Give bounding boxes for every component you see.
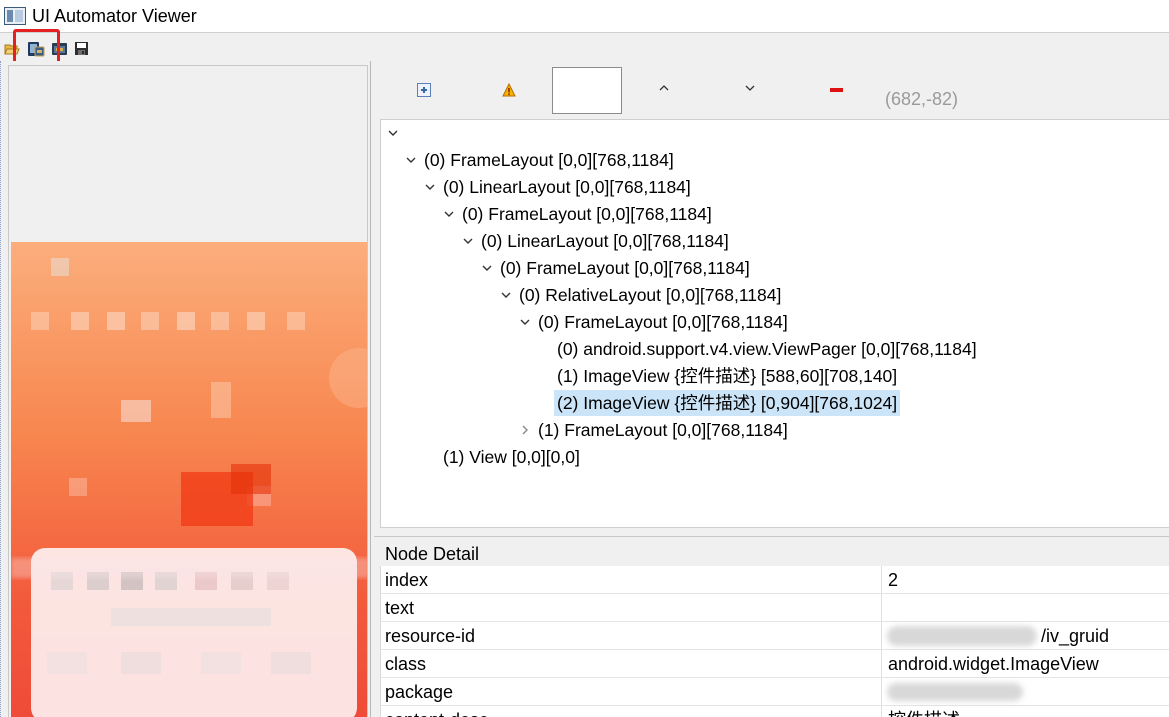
node-detail-table[interactable]: index 2 text resource-id /iv_gruid class…	[380, 566, 1169, 717]
clear-highlight-icon[interactable]	[830, 88, 843, 92]
node-detail-panel: Node Detail index 2 text resource-id /iv…	[374, 536, 1169, 717]
window-title: UI Automator Viewer	[32, 6, 197, 26]
tree-node[interactable]: (0) FrameLayout [0,0][768,1184]	[421, 147, 677, 173]
detail-row-package[interactable]: package	[381, 678, 1169, 706]
search-field[interactable]	[552, 67, 622, 114]
expand-arrow-icon[interactable]	[405, 154, 417, 166]
detail-key: resource-id	[385, 626, 476, 646]
detail-row-content-desc[interactable]: content-desc 控件描述	[381, 706, 1169, 717]
hierarchy-toolbar: (682,-82)	[374, 61, 1169, 119]
main-toolbar	[0, 33, 1169, 61]
detail-key: class	[385, 654, 427, 674]
window-app-icon	[4, 7, 26, 25]
tree-node[interactable]: (0) FrameLayout [0,0][768,1184]	[459, 201, 715, 227]
node-detail-title: Node Detail	[385, 544, 480, 564]
tree-node[interactable]: (0) FrameLayout [0,0][768,1184]	[535, 309, 791, 335]
detail-key: text	[385, 598, 415, 618]
detail-row-text[interactable]: text	[381, 594, 1169, 622]
tree-node[interactable]: (1) FrameLayout [0,0][768,1184]	[535, 417, 791, 443]
tree-node[interactable]: (0) FrameLayout [0,0][768,1184]	[497, 255, 753, 281]
save-icon[interactable]	[74, 41, 90, 56]
expand-arrow-icon[interactable]	[519, 316, 531, 328]
detail-key: index	[385, 570, 429, 590]
expand-all-icon[interactable]	[417, 83, 431, 97]
collapsed-arrow-icon[interactable]	[519, 424, 531, 436]
expand-arrow-icon[interactable]	[481, 262, 493, 274]
title-bar: UI Automator Viewer	[0, 0, 1169, 32]
hierarchy-tree[interactable]: (0) FrameLayout [0,0][768,1184] (0) Line…	[380, 119, 1169, 528]
redacted-text	[887, 683, 1023, 701]
root-expand-arrow-icon[interactable]	[387, 127, 399, 139]
tree-node[interactable]: (0) android.support.v4.view.ViewPager [0…	[554, 336, 980, 362]
tree-node-selected[interactable]: (2) ImageView {控件描述} [0,904][768,1024]	[554, 390, 901, 416]
panel-drag-edge[interactable]	[0, 61, 3, 717]
cursor-coordinates: (682,-82)	[885, 89, 959, 109]
tree-node[interactable]: (0) LinearLayout [0,0][768,1184]	[478, 228, 732, 254]
detail-key: package	[385, 682, 454, 702]
screenshot-canvas[interactable]	[8, 65, 368, 717]
expand-arrow-icon[interactable]	[424, 181, 436, 193]
tree-node[interactable]: (0) RelativeLayout [0,0][768,1184]	[516, 282, 784, 308]
redacted-text	[887, 626, 1037, 646]
tree-node[interactable]: (1) View [0,0][0,0]	[440, 444, 583, 470]
screenshot-panel	[0, 61, 371, 717]
detail-row-class[interactable]: class android.widget.ImageView	[381, 650, 1169, 678]
toggle-nav-warning-icon[interactable]	[502, 82, 516, 97]
ui-automator-viewer-window: UI Automator Viewer (682,-82) (0) FrameL…	[0, 0, 1169, 717]
detail-value: 2	[888, 570, 899, 590]
previous-arrow-icon[interactable]	[657, 81, 671, 95]
expand-arrow-icon[interactable]	[500, 289, 512, 301]
detail-row-resource-id[interactable]: resource-id /iv_gruid	[381, 622, 1169, 650]
detail-key: content-desc	[385, 709, 488, 717]
detail-row-index[interactable]: index 2	[381, 566, 1169, 594]
device-screenshot-image[interactable]	[11, 242, 368, 717]
detail-value: 控件描述	[888, 709, 960, 717]
detail-value: android.widget.ImageView	[888, 654, 1099, 674]
detail-value: /iv_gruid	[1041, 626, 1110, 646]
tree-node[interactable]: (1) ImageView {控件描述} [588,60][708,140]	[554, 363, 900, 389]
expand-arrow-icon[interactable]	[462, 235, 474, 247]
expand-arrow-icon[interactable]	[443, 208, 455, 220]
next-arrow-icon[interactable]	[743, 81, 757, 95]
tree-node[interactable]: (0) LinearLayout [0,0][768,1184]	[440, 174, 694, 200]
